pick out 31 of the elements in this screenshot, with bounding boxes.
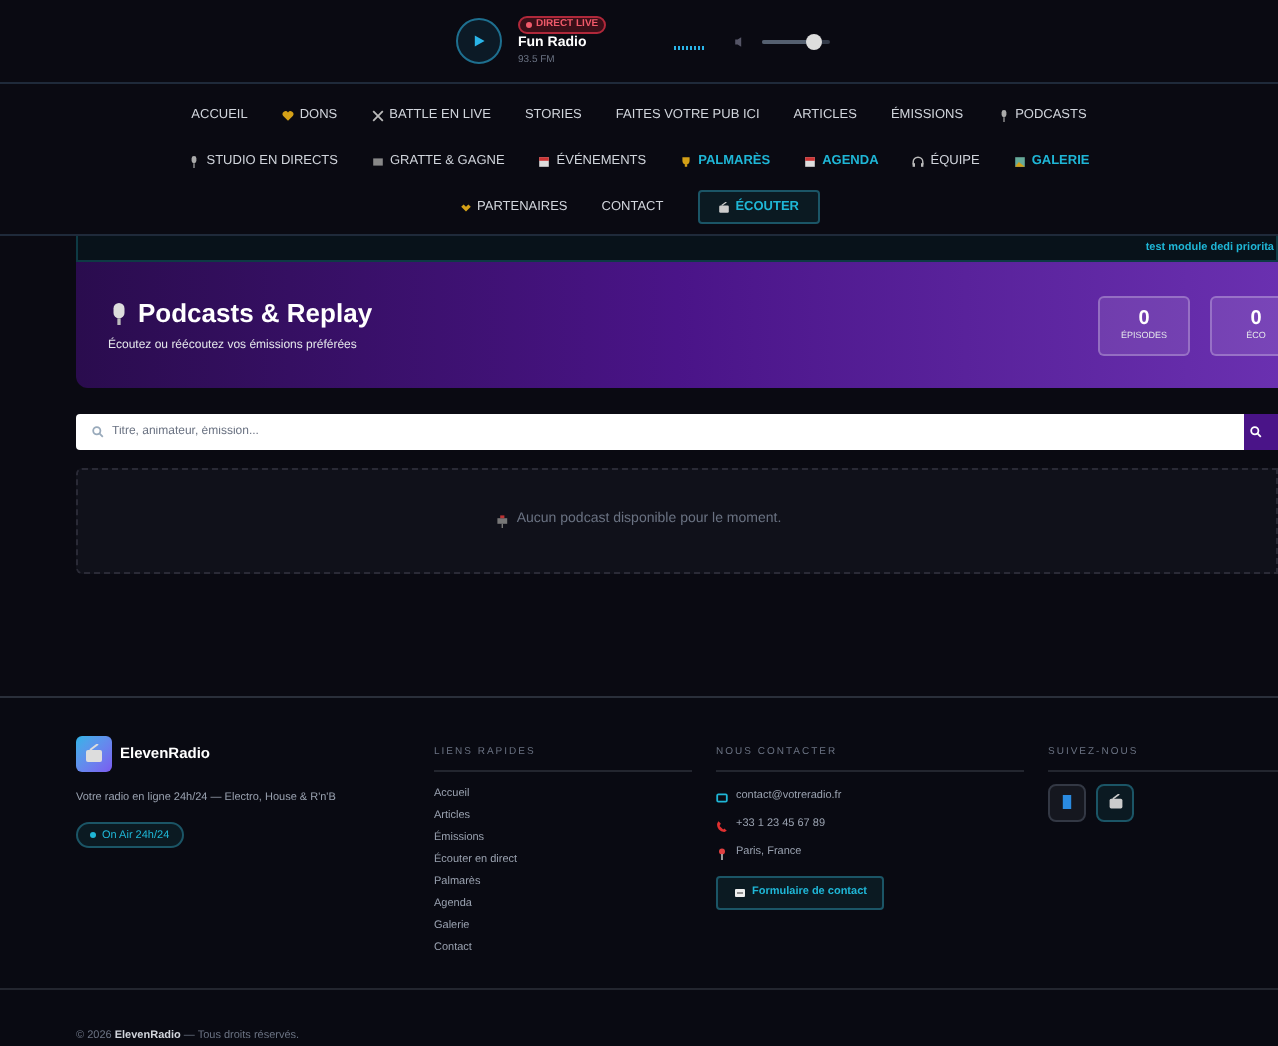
- volume-icon: [734, 35, 746, 47]
- search-button[interactable]: [1244, 414, 1278, 450]
- heart-icon: [281, 109, 294, 121]
- picture-icon: [1013, 155, 1026, 167]
- card-icon: [371, 155, 384, 167]
- mailbox-icon: [496, 514, 511, 528]
- message-icon: [734, 887, 746, 897]
- page-title: Podcasts & Replay: [138, 296, 373, 333]
- volume-thumb[interactable]: [805, 33, 821, 49]
- calendar-icon: [538, 155, 551, 167]
- radio-icon: [84, 744, 104, 764]
- stat-value: 0: [1138, 307, 1150, 330]
- pin-icon: [716, 847, 728, 859]
- calendar-icon: [804, 155, 817, 167]
- play-button[interactable]: [456, 18, 502, 64]
- social-link[interactable]: [1096, 783, 1134, 821]
- phone-icon: [716, 819, 728, 831]
- live-dot-icon: [526, 22, 532, 28]
- stat-value: 0: [1250, 307, 1262, 330]
- book-icon: [1060, 794, 1074, 810]
- search-icon: [1250, 426, 1262, 438]
- radio-icon: [717, 201, 730, 213]
- status-dot-icon: [90, 832, 96, 839]
- email-icon: [716, 791, 728, 803]
- headphones-icon: [912, 155, 925, 167]
- microphone-icon: [108, 302, 130, 326]
- trophy-icon: [680, 155, 693, 167]
- play-icon: [472, 34, 486, 48]
- radio-icon: [1107, 794, 1123, 810]
- social-link[interactable]: [1048, 783, 1086, 821]
- search-icon: [92, 426, 104, 438]
